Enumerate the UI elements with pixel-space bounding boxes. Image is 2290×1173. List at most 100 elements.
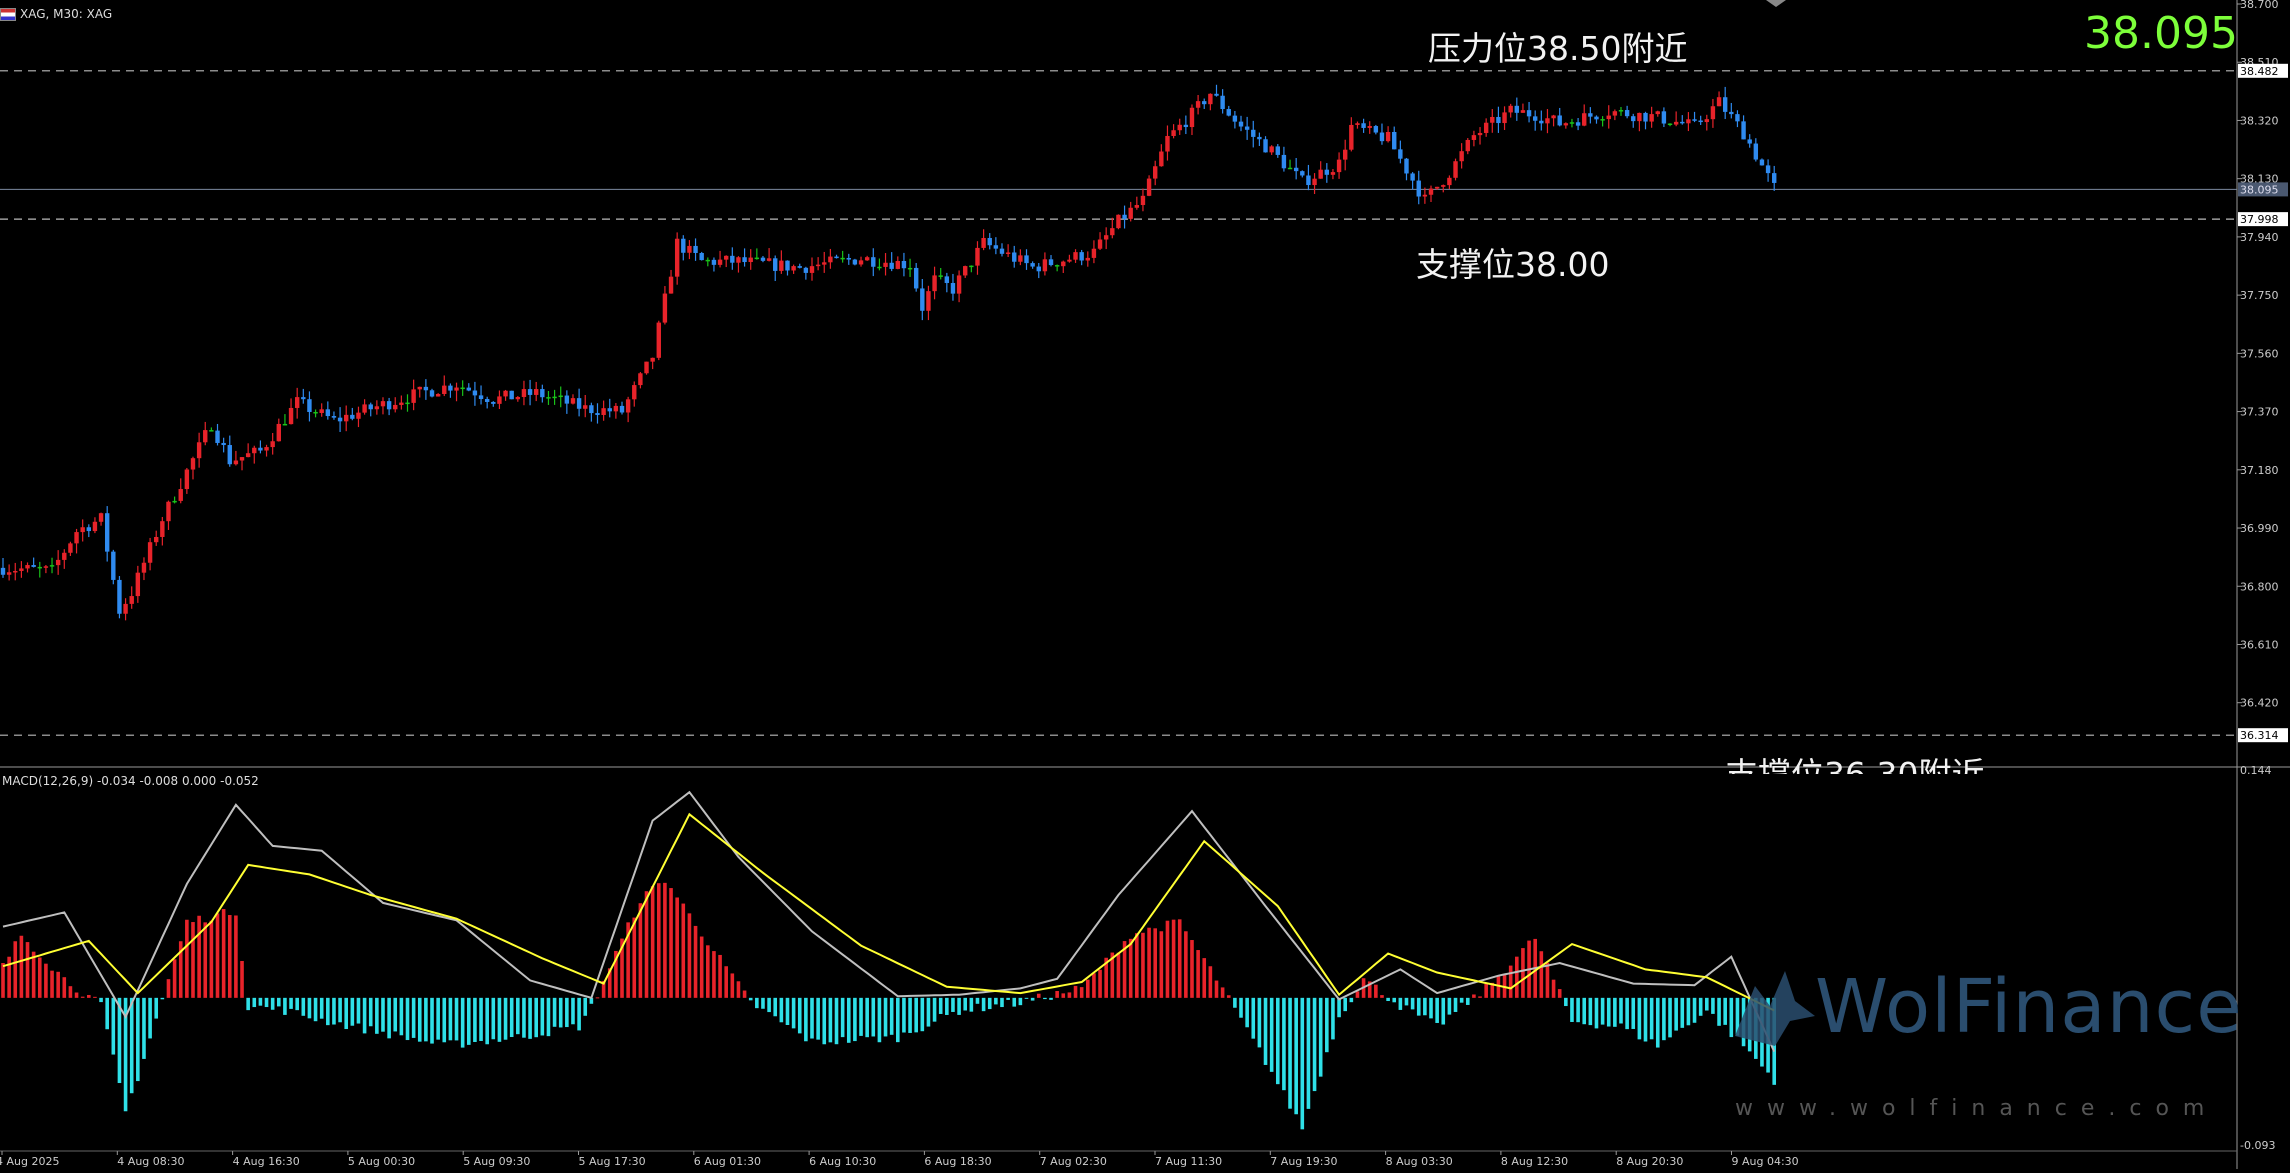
candle-body	[141, 562, 147, 573]
macd-histogram-bar	[1147, 927, 1151, 998]
macd-histogram-bar	[1055, 991, 1059, 998]
candle-body	[895, 260, 900, 269]
candle-body	[1716, 97, 1722, 107]
candle-body	[55, 559, 61, 566]
macd-histogram-bar	[136, 997, 140, 1082]
macd-histogram-bar	[724, 966, 728, 998]
candle-body	[711, 259, 717, 265]
macd-histogram-bar	[1404, 997, 1409, 1006]
macd-histogram-bar	[295, 997, 299, 1011]
macd-histogram-bar	[1625, 997, 1629, 1030]
y-tick-label: 36.990	[2240, 522, 2279, 535]
candle-body	[570, 398, 576, 404]
x-tick-label: 6 Aug 18:30	[924, 1155, 991, 1168]
macd-histogram-bar	[969, 997, 974, 1012]
candle-body	[1643, 112, 1648, 122]
candle-body	[699, 252, 704, 261]
candle-body	[938, 275, 943, 277]
macd-histogram-bar	[344, 997, 349, 1030]
candle-body	[613, 405, 619, 412]
candle-body	[846, 257, 851, 260]
candle-body	[1306, 175, 1311, 186]
candle-body	[423, 386, 429, 391]
candle-body	[1110, 228, 1115, 236]
macd-histogram-bar	[656, 883, 661, 998]
candle-body	[190, 458, 196, 470]
candle-body	[736, 257, 741, 263]
candle-body	[932, 275, 937, 292]
candle-body	[1673, 121, 1679, 125]
candle-body	[1379, 132, 1385, 142]
candle-body	[1563, 123, 1569, 126]
candle-body	[288, 407, 294, 425]
candle-body	[1404, 158, 1409, 174]
candle-body	[1146, 178, 1152, 196]
macd-histogram-bar	[25, 942, 30, 998]
candle-body	[1532, 116, 1538, 121]
candle-body	[1054, 265, 1060, 267]
macd-histogram-bar	[699, 936, 704, 998]
candle-body	[785, 260, 790, 271]
macd-histogram-bar	[755, 997, 759, 1009]
candle-body	[1202, 101, 1207, 105]
candle-body	[172, 500, 177, 503]
candle-body	[601, 408, 606, 415]
macd-histogram-bar	[516, 997, 520, 1035]
macd-histogram-bar	[1049, 997, 1053, 1000]
resistance-annotation: 压力位38.50附近	[1428, 29, 1688, 68]
candle-body	[209, 430, 214, 432]
candle-body	[1208, 93, 1213, 105]
candle-body	[1637, 112, 1642, 122]
macd-histogram-bar	[1588, 997, 1593, 1026]
candle-body	[399, 402, 404, 405]
candle-body	[270, 441, 275, 448]
candle-body	[1502, 112, 1507, 124]
candle-body	[668, 276, 674, 294]
x-tick-label: 5 Aug 00:30	[348, 1155, 415, 1168]
macd-histogram-bar	[1472, 994, 1476, 998]
candle-body	[1434, 186, 1440, 189]
candle-body	[1177, 124, 1182, 131]
macd-histogram-bar	[791, 997, 796, 1029]
macd-histogram-bar	[1380, 995, 1384, 998]
candle-body	[393, 404, 398, 410]
macd-histogram-bar	[172, 959, 177, 998]
macd-histogram-bar	[479, 997, 483, 1041]
macd-histogram-bar	[1036, 993, 1041, 998]
candle-body	[797, 266, 802, 268]
macd-histogram-bar	[816, 997, 820, 1040]
candle-body	[1759, 159, 1765, 166]
macd-histogram-bar	[105, 997, 109, 1030]
candle-body	[674, 238, 680, 277]
candle-body	[815, 264, 821, 267]
macd-histogram-bar	[381, 997, 385, 1032]
chart-stage[interactable]: 38.700 38.510 38.320 38.130 37.940 37.750 37.5…	[0, 0, 2290, 1169]
macd-histogram-bar	[1631, 997, 1636, 1029]
macd-histogram-bar	[1674, 997, 1678, 1031]
candle-body	[221, 442, 226, 446]
candle-body	[62, 552, 67, 560]
y-tick-label: 37.180	[2240, 464, 2279, 477]
candle-body	[920, 288, 925, 311]
candle-body	[822, 262, 827, 265]
candle-body	[1490, 116, 1495, 123]
candle-body	[1606, 115, 1611, 120]
x-tick-label: 7 Aug 19:30	[1270, 1155, 1337, 1168]
candle-body	[638, 373, 643, 386]
macd-histogram-bar	[1171, 919, 1176, 998]
candle-body	[252, 447, 257, 454]
candle-body	[1361, 123, 1366, 128]
candle-body	[1232, 115, 1238, 122]
candle-body	[1447, 177, 1452, 186]
candle-body	[681, 238, 686, 253]
macd-histogram-bar	[1214, 980, 1219, 998]
macd-histogram-bar	[1318, 997, 1323, 1077]
candle-body	[80, 527, 85, 533]
candle-body	[86, 527, 92, 532]
candle-body	[276, 423, 281, 442]
candle-body	[154, 536, 159, 543]
candle-body	[1631, 116, 1636, 122]
macd-histogram-bar	[1459, 997, 1464, 1003]
macd-histogram-bar	[1043, 997, 1047, 1000]
macd-histogram-bar	[1098, 969, 1102, 998]
